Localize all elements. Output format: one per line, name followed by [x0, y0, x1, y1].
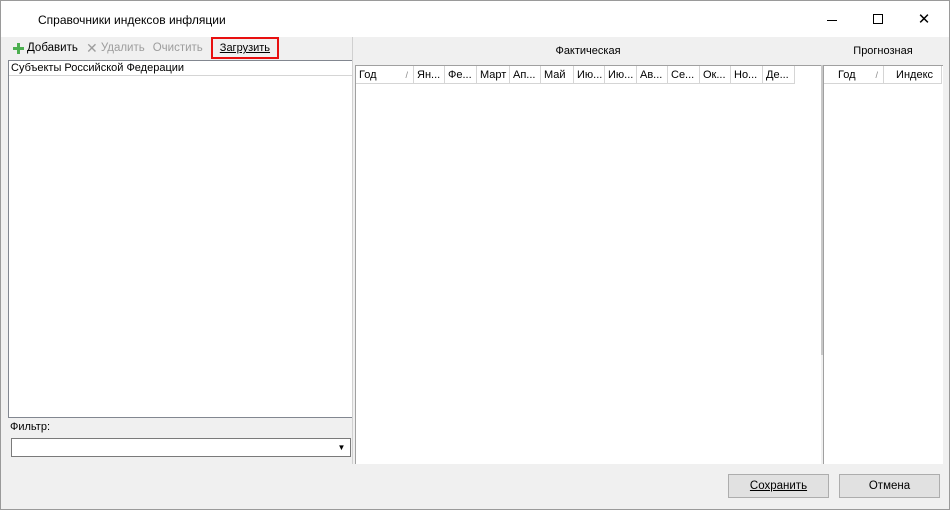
maximize-button[interactable]: [855, 1, 901, 37]
regions-tree[interactable]: Субъекты Российской Федерации: [8, 60, 353, 418]
chevron-down-icon[interactable]: ▼: [334, 440, 349, 455]
sort-icon: /: [405, 70, 408, 80]
delete-x-icon: ✕: [85, 40, 98, 56]
column-header-aug[interactable]: Ав...: [637, 66, 668, 84]
actual-caption: Фактическая: [555, 45, 621, 57]
column-header-forecast-year[interactable]: Год /: [824, 66, 884, 84]
clear-button[interactable]: Очистить: [149, 38, 207, 58]
column-header-mar[interactable]: Март: [477, 66, 510, 84]
filter-dropdown[interactable]: ▼: [11, 438, 351, 457]
column-header-jul[interactable]: Ию...: [605, 66, 637, 84]
close-button[interactable]: ✕: [901, 1, 947, 37]
column-header-feb[interactable]: Фе...: [445, 66, 477, 84]
close-icon: ✕: [917, 11, 931, 28]
minimize-icon: [827, 19, 837, 21]
actual-grid[interactable]: Год / Ян... Фе... Март Ап... Май Ию... И…: [355, 65, 821, 464]
column-header-apr[interactable]: Ап...: [510, 66, 541, 84]
column-header-nov[interactable]: Но...: [731, 66, 763, 84]
add-label: Добавить: [27, 42, 78, 54]
actual-grid-header: Год / Ян... Фе... Март Ап... Май Ию... И…: [356, 66, 795, 84]
clear-label: Очистить: [152, 42, 203, 54]
save-label: Сохранить: [749, 480, 808, 492]
delete-button[interactable]: ✕ Удалить: [82, 38, 149, 58]
save-button[interactable]: Сохранить: [728, 474, 829, 498]
column-header-may[interactable]: Май: [541, 66, 574, 84]
column-header-index[interactable]: Индекс: [884, 66, 942, 84]
add-button[interactable]: Добавить: [8, 38, 82, 58]
plus-icon: [12, 42, 24, 54]
title-bar: Справочники индексов инфляции ✕: [1, 1, 949, 37]
forecast-grid[interactable]: Год / Индекс: [823, 65, 943, 464]
load-label: Загрузить: [219, 42, 271, 54]
regions-tree-header: Субъекты Российской Федерации: [9, 61, 352, 76]
column-header-year[interactable]: Год /: [356, 66, 414, 84]
maximize-icon: [873, 14, 883, 24]
column-header-jun[interactable]: Ию...: [574, 66, 605, 84]
forecast-grid-header: Год / Индекс: [824, 66, 942, 84]
filter-label: Фильтр:: [10, 421, 51, 433]
column-header-dec[interactable]: Де...: [763, 66, 795, 84]
sort-icon: /: [875, 70, 878, 80]
column-header-sep[interactable]: Се...: [668, 66, 700, 84]
column-header-oct[interactable]: Ок...: [700, 66, 731, 84]
forecast-caption: Прогнозная: [853, 45, 913, 57]
minimize-button[interactable]: [809, 1, 855, 37]
column-header-jan[interactable]: Ян...: [414, 66, 445, 84]
delete-label: Удалить: [100, 42, 145, 54]
regions-panel: Добавить ✕ Удалить Очистить Загрузить Су…: [8, 37, 353, 464]
inflation-index-window: Справочники индексов инфляции ✕ Добавить…: [0, 0, 950, 510]
actual-panel: Фактическая Год / Ян... Фе... Март Ап...…: [355, 37, 821, 464]
load-button[interactable]: Загрузить: [210, 37, 280, 59]
cancel-button[interactable]: Отмена: [839, 474, 940, 498]
cancel-label: Отмена: [868, 480, 911, 492]
toolbar: Добавить ✕ Удалить Очистить Загрузить: [8, 37, 353, 59]
forecast-panel: Прогнозная Год / Индекс: [823, 37, 943, 464]
window-title: Справочники индексов инфляции: [38, 13, 226, 27]
